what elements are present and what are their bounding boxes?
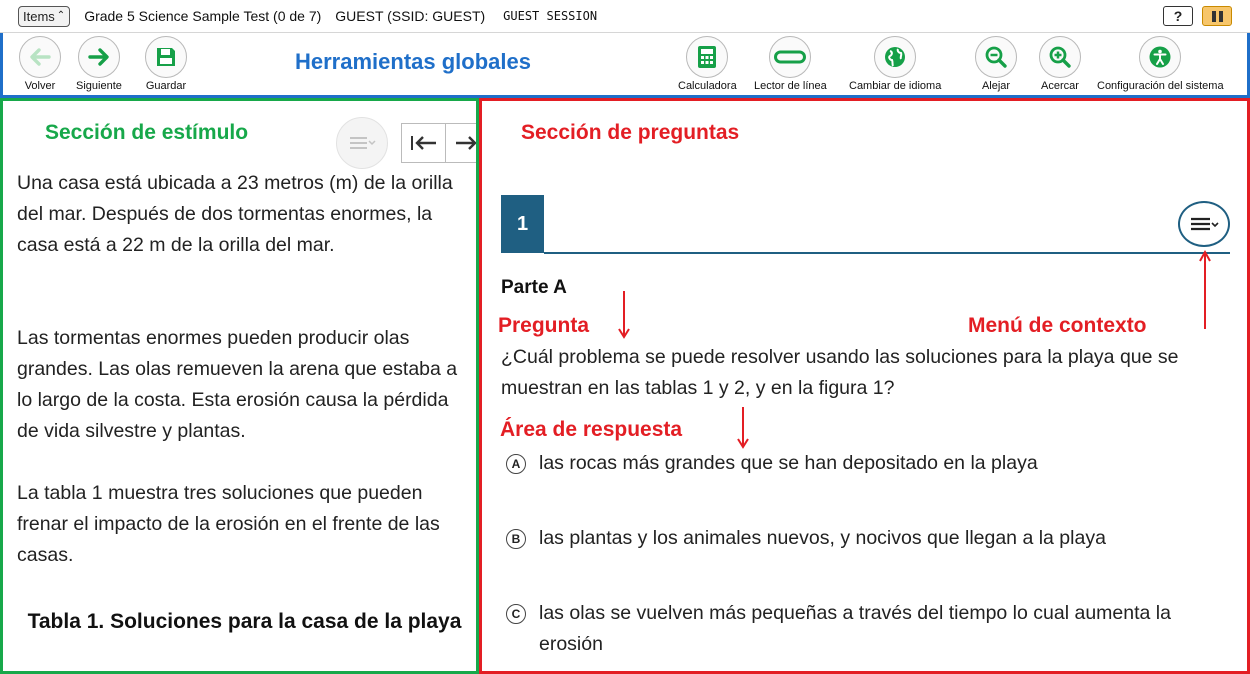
passage-nav bbox=[401, 123, 476, 163]
stimulus-context-menu-button[interactable] bbox=[336, 117, 388, 169]
question-section: Sección de preguntas 1 Parte A Pregunta … bbox=[479, 98, 1250, 674]
expand-right-button[interactable] bbox=[446, 124, 476, 162]
calculator-label: Calculadora bbox=[678, 80, 737, 92]
next-button[interactable]: Siguiente bbox=[76, 36, 122, 92]
next-icon bbox=[77, 36, 120, 78]
arrow-up-icon bbox=[1199, 249, 1211, 329]
zoom-in-label: Acercar bbox=[1041, 80, 1079, 92]
zoom-out-button[interactable]: Alejar bbox=[975, 36, 1017, 92]
next-label: Siguiente bbox=[76, 80, 122, 92]
back-button[interactable]: Volver bbox=[19, 36, 61, 92]
answer-option-a[interactable]: A las rocas más grandes que se han depos… bbox=[506, 448, 1189, 479]
change-language-label: Cambiar de idioma bbox=[849, 80, 942, 92]
annotation-question: Pregunta bbox=[498, 314, 590, 337]
back-icon bbox=[19, 36, 61, 78]
line-reader-label: Lector de línea bbox=[754, 80, 827, 92]
accessibility-icon bbox=[1139, 36, 1182, 78]
stimulus-paragraph-1: Una casa está ubicada a 23 metros (m) de… bbox=[17, 172, 453, 256]
stimulus-paragraph-2: Las tormentas enormes pueden producir ol… bbox=[17, 327, 458, 442]
question-text: ¿Cuál problema se puede resolver usando … bbox=[501, 346, 1179, 399]
collapse-left-button[interactable] bbox=[402, 124, 447, 162]
chevron-updown-icon: ⌃ bbox=[56, 10, 66, 21]
toolbar-title: Herramientas globales bbox=[295, 49, 531, 74]
answer-option-c[interactable]: C las olas se vuelven más pequeñas a tra… bbox=[506, 598, 1189, 660]
zoom-out-label: Alejar bbox=[981, 80, 1011, 92]
top-bar: Items ⌃ Grade 5 Science Sample Test (0 d… bbox=[0, 0, 1250, 33]
stimulus-section-label: Sección de estímulo bbox=[45, 121, 249, 144]
option-text: las plantas y los animales nuevos, y noc… bbox=[539, 527, 1106, 549]
guest-info: GUEST (SSID: GUEST) bbox=[335, 8, 486, 24]
pause-icon-bar-right bbox=[1218, 10, 1223, 22]
arrow-down-icon bbox=[618, 291, 630, 339]
menu-icon bbox=[350, 137, 376, 149]
arrow-left-bar-icon bbox=[410, 136, 436, 150]
annotation-answer-area: Área de respuesta bbox=[500, 418, 683, 441]
save-icon bbox=[145, 36, 187, 78]
menu-icon bbox=[1191, 217, 1219, 231]
back-label: Volver bbox=[24, 80, 56, 92]
stimulus-section: Sección de estímulo Una casa está ubicad… bbox=[0, 98, 479, 674]
question-number-badge: 1 bbox=[501, 195, 544, 253]
save-label: Guardar bbox=[145, 80, 187, 92]
line-reader-icon bbox=[769, 36, 812, 78]
arrow-down-icon bbox=[737, 407, 749, 449]
system-settings-label: Configuración del sistema bbox=[1097, 80, 1224, 92]
zoom-in-icon bbox=[1039, 36, 1081, 78]
zoom-out-icon bbox=[975, 36, 1017, 78]
arrow-right-bar-icon bbox=[456, 136, 476, 150]
calculator-icon bbox=[686, 36, 729, 78]
answer-option-b[interactable]: B las plantas y los animales nuevos, y n… bbox=[506, 523, 1189, 554]
items-dropdown[interactable]: Items ⌃ bbox=[18, 5, 71, 27]
pause-icon-bar-left bbox=[1211, 10, 1216, 22]
option-text: las olas se vuelven más pequeñas a travé… bbox=[539, 602, 1171, 655]
context-menu-button[interactable] bbox=[1178, 201, 1230, 247]
items-label: Items bbox=[23, 8, 55, 24]
question-section-label: Sección de preguntas bbox=[521, 121, 740, 144]
table-title: Tabla 1. Soluciones para la casa de la p… bbox=[27, 610, 462, 633]
stimulus-paragraph-3: La tabla 1 muestra tres soluciones que p… bbox=[17, 482, 440, 566]
help-label: ? bbox=[1173, 8, 1183, 24]
calculator-button[interactable]: Calculadora bbox=[678, 36, 737, 92]
test-title: Grade 5 Science Sample Test (0 de 7) bbox=[84, 8, 322, 24]
option-bubble[interactable]: C bbox=[506, 604, 526, 624]
session-label: GUEST SESSION bbox=[503, 9, 598, 23]
help-button[interactable]: ? bbox=[1163, 6, 1193, 26]
option-bubble[interactable]: B bbox=[506, 529, 526, 549]
global-toolbar: Volver Siguiente Guardar Herramientas gl… bbox=[0, 33, 1250, 98]
pause-button[interactable] bbox=[1202, 6, 1232, 26]
annotation-context-menu: Menú de contexto bbox=[968, 314, 1147, 337]
globe-icon bbox=[874, 36, 917, 78]
part-label: Parte A bbox=[501, 277, 567, 298]
system-settings-button[interactable]: Configuración del sistema bbox=[1097, 36, 1224, 92]
save-button[interactable]: Guardar bbox=[145, 36, 187, 92]
option-bubble[interactable]: A bbox=[506, 454, 526, 474]
line-reader-button[interactable]: Lector de línea bbox=[754, 36, 827, 92]
zoom-in-button[interactable]: Acercar bbox=[1039, 36, 1081, 92]
question-header-rule bbox=[544, 252, 1230, 254]
change-language-button[interactable]: Cambiar de idioma bbox=[849, 36, 941, 92]
option-text: las rocas más grandes que se han deposit… bbox=[539, 452, 1038, 474]
